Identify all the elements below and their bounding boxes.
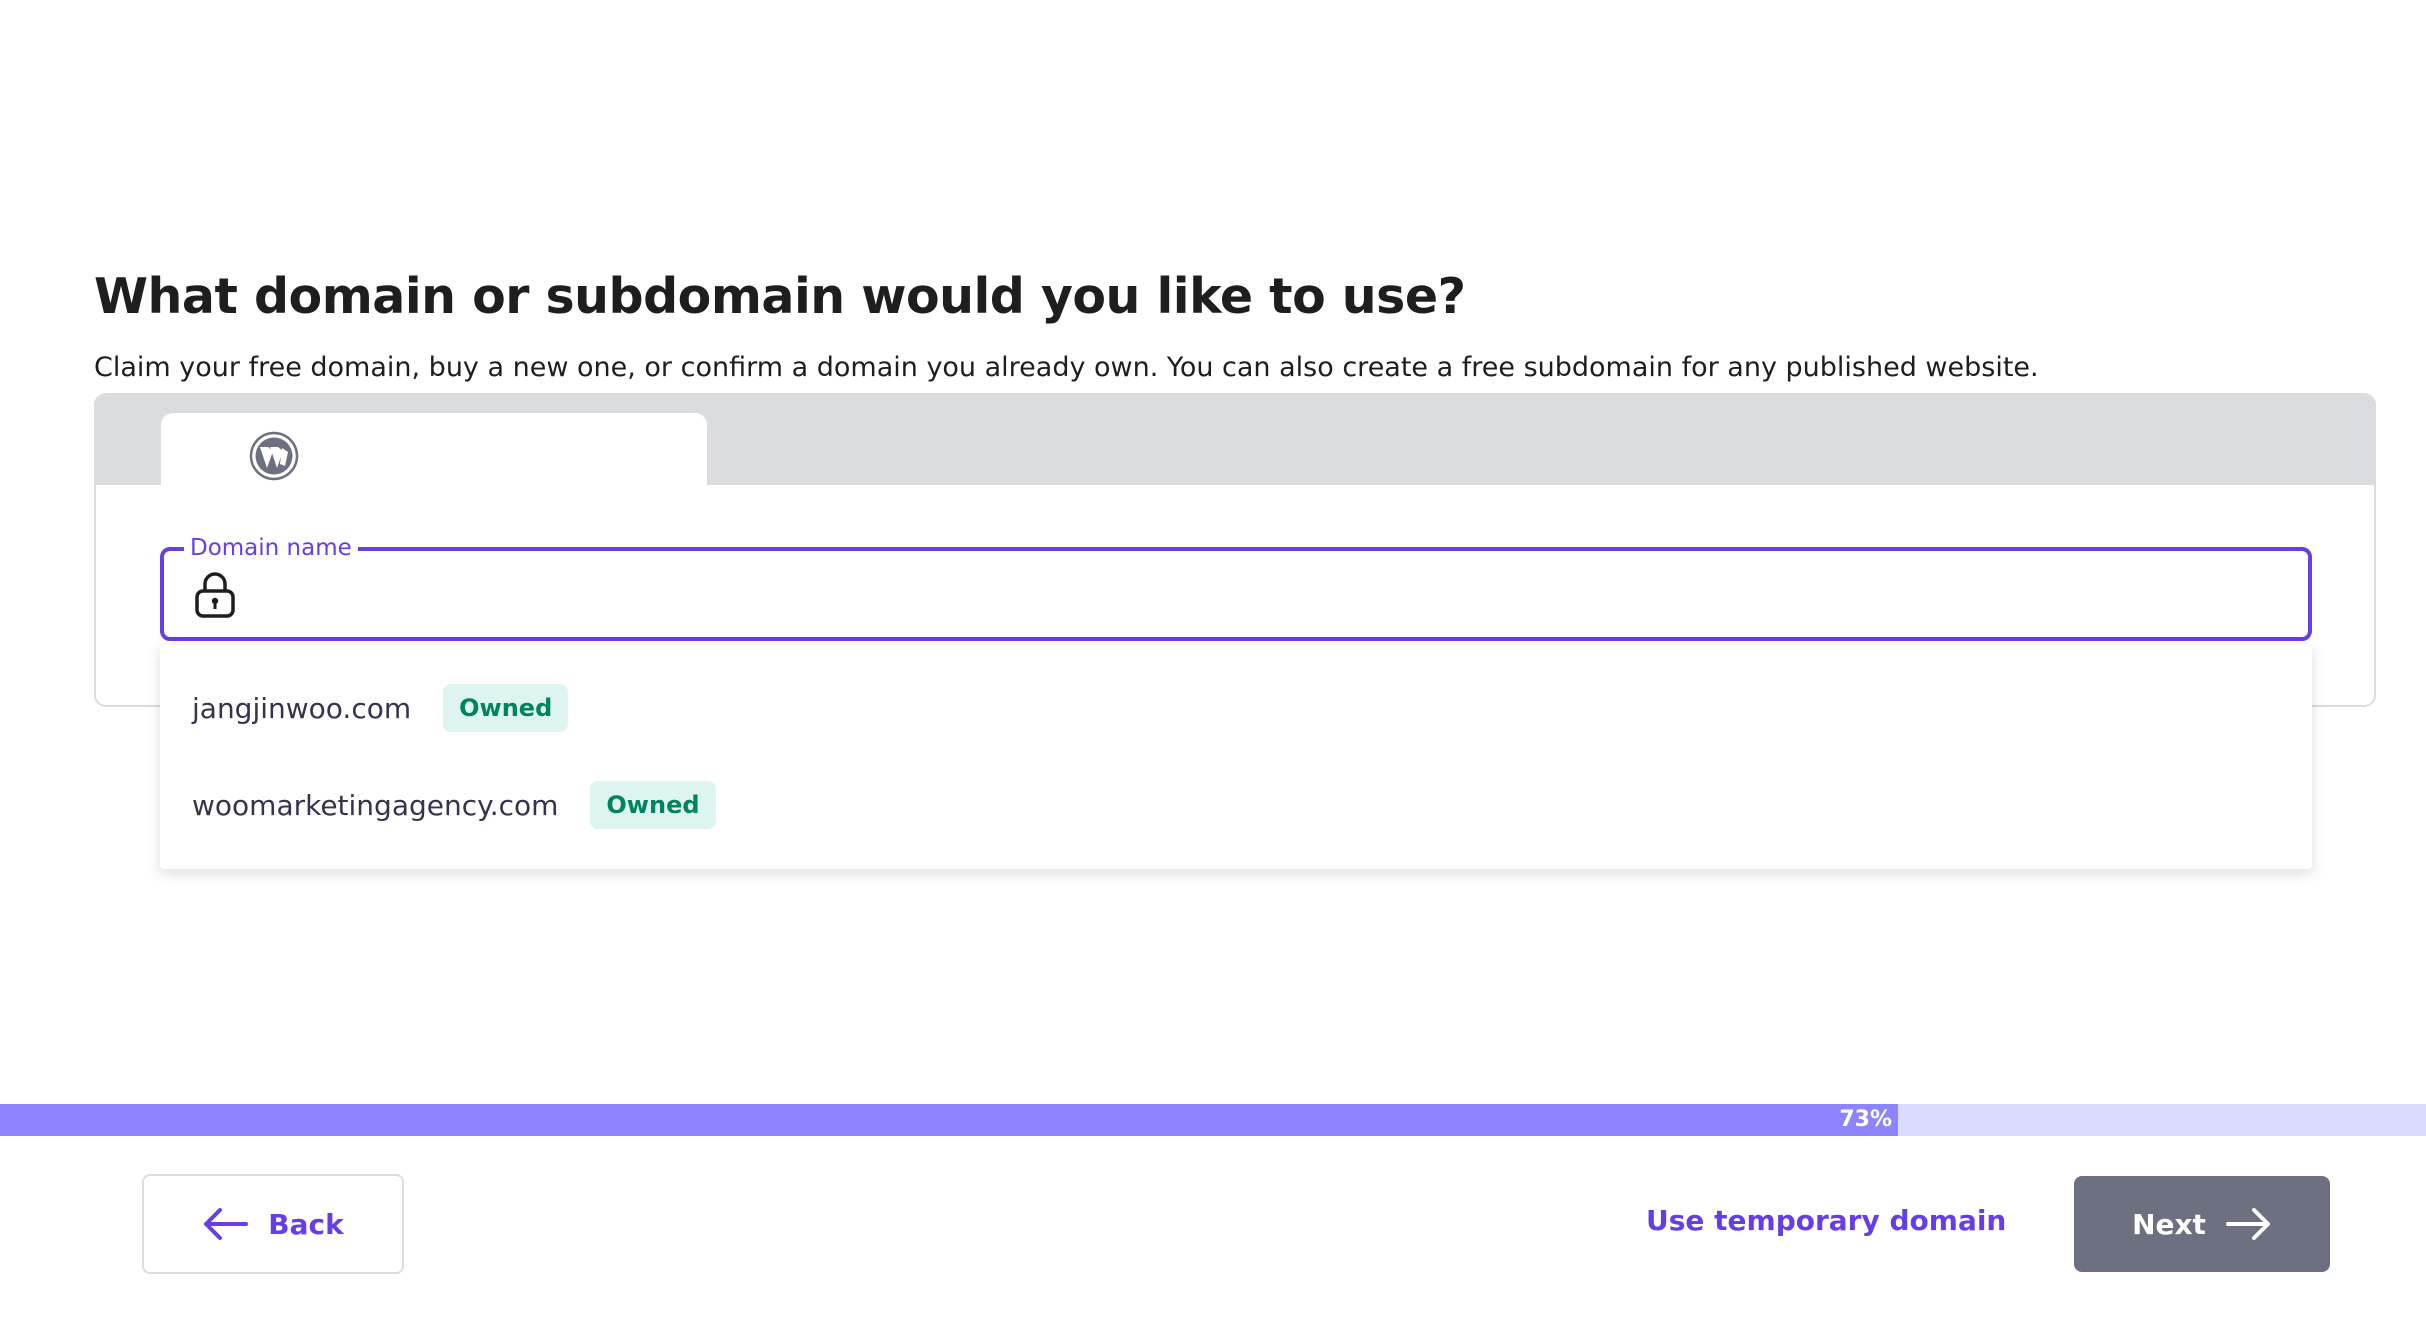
domain-name-field[interactable]: Domain name <box>160 535 2312 641</box>
back-label: Back <box>268 1207 344 1241</box>
arrow-left-icon <box>204 1208 249 1240</box>
domain-name-label: Domain name <box>184 535 358 561</box>
progress-fill: 73% <box>0 1104 1898 1136</box>
tab-bar <box>96 395 2374 487</box>
page-title: What domain or subdomain would you like … <box>94 268 1466 325</box>
progress-bar: 73% <box>0 1104 2426 1136</box>
back-button[interactable]: Back <box>142 1174 404 1274</box>
page-subtitle: Claim your free domain, buy a new one, o… <box>94 352 2039 383</box>
domain-setup-page: What domain or subdomain would you like … <box>0 0 2426 1332</box>
suggestion-item[interactable]: jangjinwoo.com Owned <box>192 684 569 732</box>
suggestion-domain: jangjinwoo.com <box>192 691 412 725</box>
lock-icon <box>195 572 235 618</box>
owned-badge: Owned <box>443 684 569 732</box>
progress-label: 73% <box>1839 1107 1892 1132</box>
arrow-right-icon <box>2225 1208 2270 1240</box>
domain-suggestions-dropdown: jangjinwoo.com Owned woomarketingagency.… <box>160 645 2312 869</box>
domain-name-input[interactable] <box>260 563 2264 627</box>
suggestion-item[interactable]: woomarketingagency.com Owned <box>192 781 716 829</box>
next-label: Next <box>2132 1207 2206 1241</box>
suggestion-domain: woomarketingagency.com <box>192 788 559 822</box>
tab-wordpress[interactable] <box>161 413 707 487</box>
use-temporary-domain-link[interactable]: Use temporary domain <box>1646 1204 2006 1237</box>
wordpress-icon <box>249 431 299 481</box>
owned-badge: Owned <box>590 781 716 829</box>
next-button[interactable]: Next <box>2074 1176 2330 1272</box>
